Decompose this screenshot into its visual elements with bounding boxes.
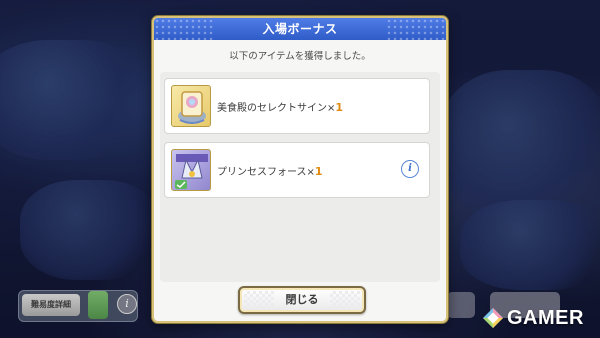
princess-force-icon bbox=[171, 149, 211, 191]
reward-item-label: 美食殿のセレクトサイン×1 bbox=[217, 99, 343, 114]
reward-item-name: プリンセスフォース bbox=[217, 167, 307, 178]
reward-quantity: 1 bbox=[314, 165, 323, 178]
reward-multiplier: × bbox=[306, 167, 315, 178]
reward-item: 美食殿のセレクトサイン×1 bbox=[164, 78, 430, 134]
dialog-title: 入場ボーナス bbox=[154, 18, 446, 40]
dialog-subtitle: 以下のアイテムを獲得しました。 bbox=[229, 51, 371, 62]
watermark-text: GAMER bbox=[507, 306, 584, 329]
reward-item: プリンセスフォース×1 i bbox=[164, 142, 430, 198]
gamer-logo-icon bbox=[483, 308, 503, 328]
reward-item-name: 美食殿のセレクトサイン bbox=[217, 103, 327, 114]
background-button bbox=[447, 292, 475, 318]
select-sign-icon bbox=[171, 85, 211, 127]
entry-bonus-dialog: 入場ボーナス 以下のアイテムを獲得しました。 美食殿のセレクトサイン×1 プリン… bbox=[152, 16, 448, 323]
close-button-label: 閉じる bbox=[285, 293, 319, 306]
bonus-status-icon bbox=[88, 291, 108, 319]
reward-quantity: 1 bbox=[335, 101, 344, 114]
reward-list: 美食殿のセレクトサイン×1 プリンセスフォース×1 i bbox=[160, 72, 440, 282]
background-info-icon: i bbox=[117, 294, 137, 314]
info-icon[interactable]: i bbox=[401, 160, 419, 178]
reward-item-label: プリンセスフォース×1 bbox=[217, 163, 323, 178]
difficulty-detail-button: 難易度詳細 bbox=[22, 294, 80, 316]
close-button[interactable]: 閉じる bbox=[238, 286, 366, 314]
gamer-watermark: GAMER bbox=[482, 306, 584, 330]
